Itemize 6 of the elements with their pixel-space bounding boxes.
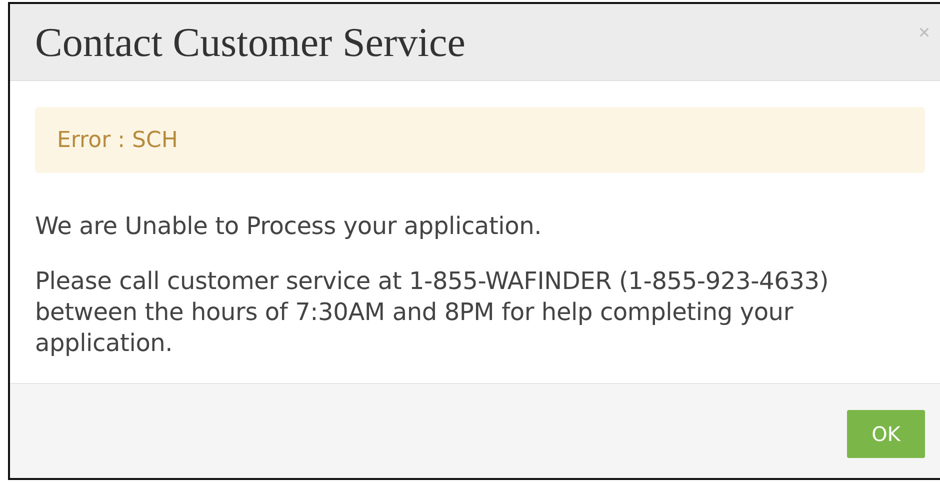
dialog-title: Contact Customer Service — [35, 18, 466, 66]
error-alert: Error : SCH — [35, 107, 925, 174]
message-text: We are Unable to Process your application. — [35, 211, 543, 242]
ok-button[interactable]: OK — [847, 410, 925, 458]
close-button[interactable]: × — [918, 22, 930, 45]
message-text: Please call customer service at 1-855-WAFINDER (1-855-923-4633) between the hours of 7:30AM and 8PM for help completing your application. — [35, 266, 830, 360]
